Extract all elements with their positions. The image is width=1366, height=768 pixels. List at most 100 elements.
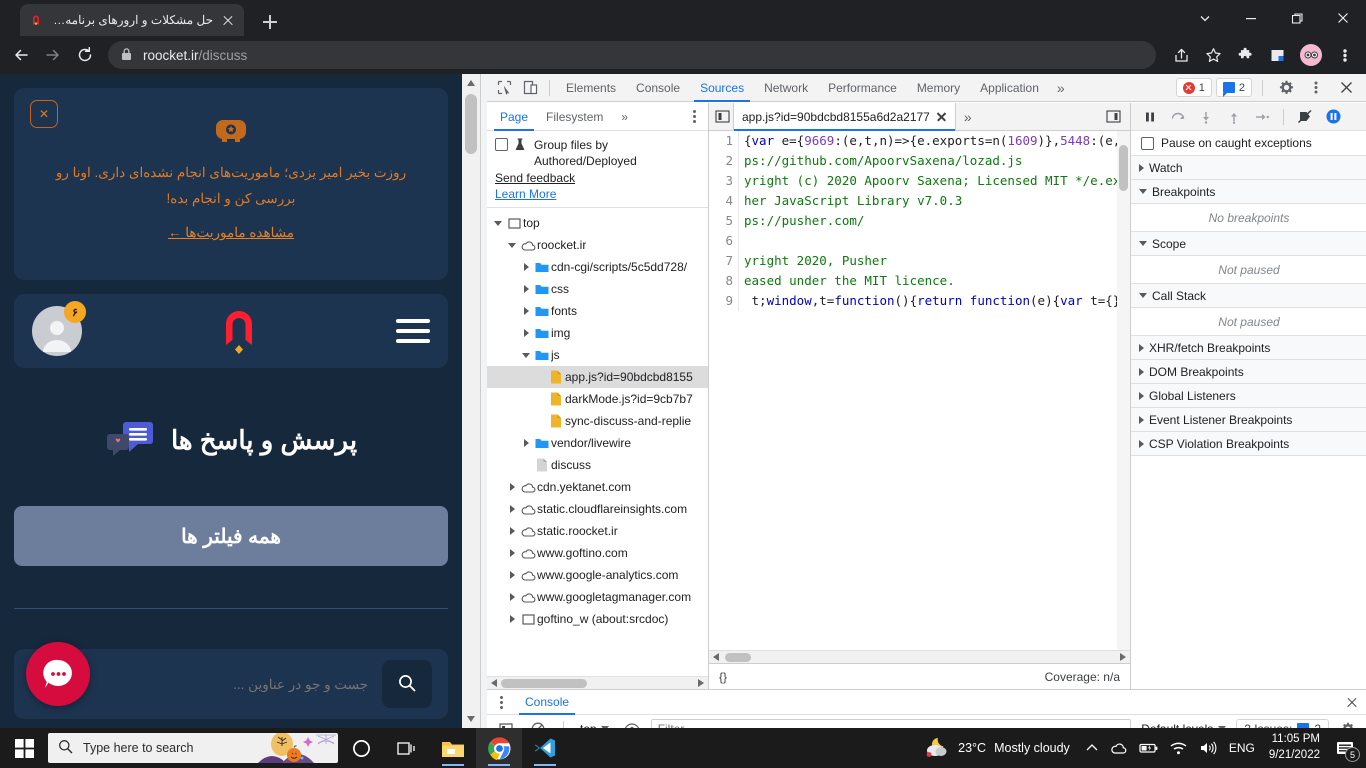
scroll-down-arrow-icon[interactable] [462, 710, 480, 728]
taskbar-clock[interactable]: 11:05 PM 9/21/2022 [1261, 732, 1328, 763]
view-missions-link[interactable]: مشاهده ماموریت‌ها ← [30, 225, 432, 241]
file-explorer-icon[interactable] [430, 728, 476, 768]
drawer-more-options-icon[interactable] [491, 691, 511, 713]
step-out-icon[interactable] [1221, 105, 1247, 129]
close-window-button[interactable] [1320, 0, 1366, 36]
line-number[interactable]: 2 [709, 151, 739, 171]
line-number[interactable]: 9 [709, 291, 739, 311]
tab-elements[interactable]: Elements [556, 74, 626, 102]
debugger-section-header[interactable]: Global Listeners [1131, 384, 1366, 408]
editor-tabs-overflow-icon[interactable]: » [956, 109, 980, 125]
notice-close-button[interactable]: ✕ [30, 100, 58, 128]
pause-on-caught-row[interactable]: Pause on caught exceptions [1131, 131, 1366, 156]
navigator-tab-page[interactable]: Page [491, 103, 537, 131]
pause-on-exceptions-icon[interactable] [1320, 105, 1346, 129]
line-number[interactable]: 1 [709, 131, 739, 151]
chrome-icon[interactable] [476, 728, 522, 768]
file-tree-node[interactable]: static.cloudflareinsights.com [487, 498, 708, 520]
tree-twisty-icon[interactable] [505, 527, 519, 536]
tab-console[interactable]: Console [626, 74, 690, 102]
tree-twisty-icon[interactable] [505, 505, 519, 514]
code-line-text[interactable] [739, 231, 744, 251]
puzzle-icon[interactable] [1230, 40, 1260, 70]
code-line-text[interactable]: {var e={9669:(e,t,n)=>{e.exports=n(1609)… [739, 131, 1120, 151]
editor-tab-close-icon[interactable] [936, 111, 947, 122]
deactivate-breakpoints-icon[interactable] [1292, 105, 1318, 129]
side-panel-icon[interactable] [1262, 40, 1292, 70]
battery-icon[interactable] [1133, 728, 1164, 768]
line-number[interactable]: 3 [709, 171, 739, 191]
file-tree-node[interactable]: img [487, 322, 708, 344]
tab-performance[interactable]: Performance [818, 74, 907, 102]
tree-twisty-icon[interactable] [519, 285, 533, 294]
group-files-checkbox[interactable] [495, 138, 508, 151]
weather-widget[interactable]: 23°C Mostly cloudy [914, 736, 1080, 761]
close-devtools-icon[interactable] [1333, 76, 1359, 100]
debugger-section-header[interactable]: Breakpoints [1131, 180, 1366, 204]
code-line-text[interactable]: ps://github.com/ApoorvSaxena/lozad.js [739, 151, 1022, 171]
address-bar[interactable]: roocket.ir/discuss [108, 41, 1156, 69]
file-tree-node[interactable]: top [487, 212, 708, 234]
back-arrow-icon[interactable] [6, 40, 36, 70]
code-line-text[interactable]: t;window,t=function(){return function(e)… [739, 291, 1121, 311]
device-toolbar-icon[interactable] [517, 76, 543, 100]
learn-more-link[interactable]: Learn More [495, 187, 702, 201]
editor-vscrollbar[interactable] [1117, 131, 1130, 650]
step-icon[interactable] [1249, 105, 1275, 129]
debugger-section-header[interactable]: Scope [1131, 232, 1366, 256]
code-editor[interactable]: 1 {var e={9669:(e,t,n)=>{e.exports=n(1609… [709, 131, 1130, 650]
file-tree-node[interactable]: css [487, 278, 708, 300]
file-tree-node[interactable]: roocket.ir [487, 234, 708, 256]
step-over-icon[interactable] [1165, 105, 1191, 129]
file-tree-node[interactable]: app.js?id=90bdcbd8155 [487, 366, 708, 389]
goftino-chat-icon[interactable] [26, 642, 90, 706]
reload-icon[interactable] [70, 40, 100, 70]
code-line-text[interactable]: yright 2020, Pusher [739, 251, 887, 271]
show-navigator-icon[interactable] [711, 106, 733, 128]
tree-twisty-icon[interactable] [505, 549, 519, 558]
warning-count-badge[interactable]: 2 [1215, 78, 1252, 97]
tree-twisty-icon[interactable] [491, 220, 505, 226]
file-tree-node[interactable]: fonts [487, 300, 708, 322]
debugger-section-header[interactable]: DOM Breakpoints [1131, 360, 1366, 384]
code-line-text[interactable]: eased under the MIT licence. [739, 271, 955, 291]
tree-twisty-icon[interactable] [519, 352, 533, 358]
browser-tab[interactable]: حل مشکلات و ارورهای برنامه نویسی [20, 4, 244, 36]
scroll-up-arrow-icon[interactable] [462, 74, 480, 92]
tree-twisty-icon[interactable] [519, 329, 533, 338]
editor-hscrollbar[interactable] [709, 650, 1130, 663]
tab-memory[interactable]: Memory [907, 74, 970, 102]
navigator-more-chevron-icon[interactable]: » [612, 103, 637, 131]
debugger-section-header[interactable]: CSP Violation Breakpoints [1131, 432, 1366, 456]
hamburger-menu-icon[interactable] [396, 319, 430, 343]
vscode-icon[interactable] [522, 728, 568, 768]
inspect-element-icon[interactable] [491, 76, 517, 100]
minimize-button[interactable] [1228, 0, 1274, 36]
tab-application[interactable]: Application [970, 74, 1049, 102]
drawer-tab-console[interactable]: Console [515, 690, 579, 715]
tree-twisty-icon[interactable] [519, 439, 533, 448]
cortana-icon[interactable] [338, 728, 384, 768]
show-hidden-icons-icon[interactable] [1080, 728, 1104, 768]
pretty-print-button[interactable]: {} [719, 670, 727, 684]
file-tree-node[interactable]: sync-discuss-and-replie [487, 410, 708, 432]
scrollbar-thumb[interactable] [465, 94, 477, 154]
file-tree-node[interactable]: goftino_w (about:srcdoc) [487, 608, 708, 630]
file-tree-node[interactable]: darkMode.js?id=9cb7b7 [487, 388, 708, 410]
pause-resume-icon[interactable] [1137, 105, 1163, 129]
taskbar-search-box[interactable]: Type here to search [48, 733, 338, 763]
maximize-restore-button[interactable] [1274, 0, 1320, 36]
pause-on-caught-checkbox[interactable] [1141, 137, 1154, 150]
line-number[interactable]: 6 [709, 231, 739, 251]
tree-twisty-icon[interactable] [505, 593, 519, 602]
task-view-icon[interactable] [384, 728, 430, 768]
star-icon[interactable] [1198, 40, 1228, 70]
line-number[interactable]: 5 [709, 211, 739, 231]
wifi-icon[interactable] [1164, 728, 1193, 768]
tree-twisty-icon[interactable] [505, 483, 519, 492]
code-line-text[interactable]: her JavaScript Library v7.0.3 [739, 191, 962, 211]
new-tab-button[interactable] [256, 8, 284, 36]
step-into-icon[interactable] [1193, 105, 1219, 129]
tree-twisty-icon[interactable] [519, 263, 533, 272]
error-count-badge[interactable]: 1 [1175, 78, 1212, 97]
